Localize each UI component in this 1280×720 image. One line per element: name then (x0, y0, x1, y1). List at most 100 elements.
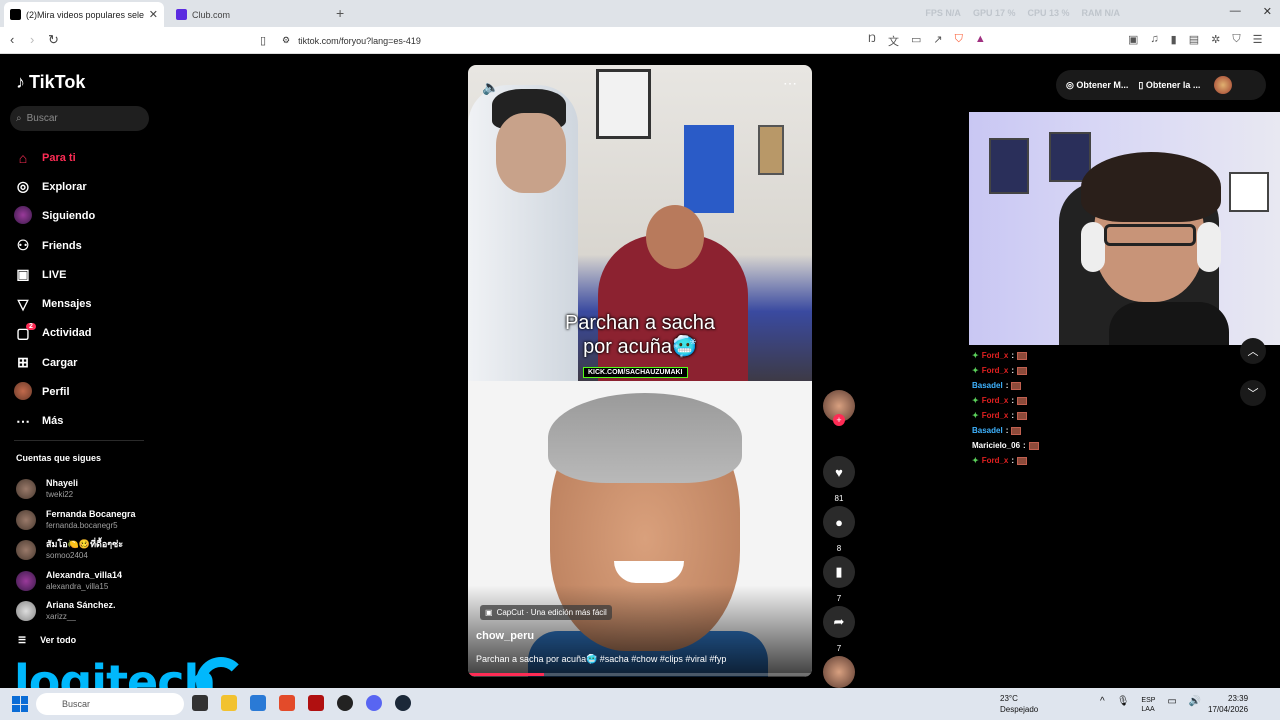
profile-avatar[interactable] (1214, 76, 1233, 94)
brave-shield-icon[interactable]: ⛉ (955, 33, 963, 49)
rewards-icon[interactable]: ▲ (975, 33, 986, 49)
see-all-link[interactable]: ☰ Ver todo (18, 635, 76, 646)
bookmark-icon[interactable]: ▮ (823, 556, 855, 588)
share-arrow-icon[interactable]: ➦ (823, 606, 855, 638)
browser-tabbar: (2)Mira videos populares sele ✕ Club.com… (0, 0, 1280, 27)
following-item[interactable]: Ariana Sánchez. xarizz__ (16, 596, 136, 627)
chat-separator: : (1011, 411, 1015, 420)
following-item[interactable]: Alexandra_villa14 alexandra_villa15 (16, 566, 136, 597)
share-icon[interactable]: ↗ (933, 33, 942, 49)
following-item[interactable]: สัมโอ🍋🥴ที่ดื้อๆซ่ะ somoo2404 (16, 535, 136, 566)
capcut-badge[interactable]: ▣ CapCut · Una edición más fácil (480, 605, 612, 620)
creator-avatar[interactable]: + (822, 390, 856, 456)
nav-mensajes[interactable]: ▽ Mensajes (14, 289, 95, 318)
plus-icon: ⊞ (17, 354, 29, 371)
start-button[interactable] (12, 696, 28, 712)
toolbar-actions: ▣ ♫ ▮ ▤ ✲ ⛉ ☰ (1128, 33, 1262, 46)
nav-label: Mensajes (42, 298, 92, 311)
language-indicator[interactable]: ESP LAA (1141, 696, 1155, 714)
get-app-button[interactable]: ▯ Obtener la ... (1138, 80, 1200, 91)
weather-widget[interactable]: 23°C Despejado (1000, 693, 1038, 715)
chat-separator: : (1011, 351, 1015, 360)
minimize-icon[interactable]: — (1230, 5, 1241, 18)
sidebar-icon[interactable]: ▣ (1128, 33, 1138, 46)
nav-cargar[interactable]: ⊞ Cargar (14, 348, 95, 377)
chat-separator: : (1005, 381, 1009, 390)
chat-username: Ford_x (981, 396, 1009, 405)
share-action[interactable]: ➦ 7 (822, 606, 856, 656)
comment-action[interactable]: ● 8 (822, 506, 856, 556)
reader-icon[interactable]: ▮ (1171, 33, 1177, 46)
extensions-icon[interactable]: ✲ (1211, 33, 1220, 46)
vpn-icon[interactable]: ⛉ (1232, 33, 1240, 46)
cast-icon[interactable]: ▭ (911, 33, 921, 49)
file-explorer-icon[interactable] (221, 695, 237, 711)
site-info-icon[interactable]: ⚙ (282, 35, 290, 46)
tab-club[interactable]: Club.com (170, 2, 330, 27)
menu-icon[interactable]: ☰ (1253, 33, 1263, 46)
chat-username: Ford_x (981, 456, 1009, 465)
more-options-icon[interactable]: ⋯ (783, 75, 798, 92)
next-video-button[interactable]: ﹀ (1240, 380, 1266, 406)
button-label: Obtener la ... (1145, 79, 1201, 90)
account-name: Alexandra_villa14 (46, 569, 123, 580)
tab-tiktok[interactable]: (2)Mira videos populares sele ✕ (4, 2, 164, 27)
mic-icon[interactable]: 🎙 (1117, 696, 1130, 714)
forward-icon[interactable]: › (30, 32, 34, 47)
nav-friends[interactable]: ⚇ Friends (14, 231, 95, 260)
comment-icon[interactable]: ● (823, 506, 855, 538)
nav-explorar[interactable]: ◎ Explorar (14, 172, 95, 201)
new-tab-icon[interactable]: + (336, 5, 344, 21)
taskview-icon[interactable] (192, 695, 208, 711)
save-action[interactable]: ▮ 7 (822, 556, 856, 606)
bookmark-icon[interactable]: ▯ (260, 34, 266, 47)
nav-para-ti[interactable]: ⌂ Para ti (14, 143, 95, 172)
video-author[interactable]: chow_peru (476, 630, 534, 642)
tiktok-logo[interactable]: ♪ TikTok (16, 72, 85, 93)
store-icon[interactable] (250, 695, 266, 711)
video-caption: Parchan a sacha por acuña🥶 (468, 311, 812, 359)
sound-avatar[interactable] (822, 656, 856, 688)
like-action[interactable]: ♥ 81 (822, 456, 856, 506)
wallet-icon[interactable]: ▤ (1189, 33, 1199, 46)
system-clock[interactable]: 23:39 17/04/2026 (1208, 693, 1248, 715)
previous-video-button[interactable]: ︿ (1240, 338, 1266, 364)
obs-icon[interactable] (337, 695, 353, 711)
kick-watermark: KICK.COM/SACHAUZUMAKI (583, 367, 688, 378)
search-input[interactable]: ⌕ Buscar (10, 106, 149, 131)
taskbar-apps (192, 695, 411, 711)
nav-live[interactable]: ▣ LIVE (14, 260, 95, 289)
search-label: Buscar (62, 699, 91, 709)
video-editor-icon[interactable] (308, 695, 324, 711)
follow-plus-icon[interactable]: + (833, 414, 845, 426)
address-actions: Ŋ 文 ▭ ↗ ⛉ ▲ (868, 33, 986, 49)
wall-frame (758, 125, 784, 175)
heart-icon[interactable]: ♥ (823, 456, 855, 488)
volume-icon[interactable]: 🔈 (482, 79, 499, 96)
volume-icon[interactable]: 🔊 (1189, 696, 1201, 714)
reload-icon[interactable]: ↻ (48, 32, 59, 48)
list-icon: ☰ (18, 635, 27, 645)
video-progress-bar[interactable] (468, 673, 812, 676)
close-tab-icon[interactable]: ✕ (149, 8, 158, 21)
back-icon[interactable]: ‹ (10, 32, 14, 47)
chevron-up-icon[interactable]: ^ (1100, 696, 1105, 714)
network-icon[interactable]: ▭ (1167, 696, 1176, 714)
video-player[interactable]: Parchan a sacha por acuña🥶 KICK.COM/SACH… (468, 65, 812, 677)
no-read-icon[interactable]: Ŋ (868, 33, 876, 49)
translate-icon[interactable]: 文 (888, 33, 899, 49)
following-item[interactable]: Fernanda Bocanegra fernanda.bocanegr5 (16, 505, 136, 536)
following-item[interactable]: Nhayeli tweki22 (16, 474, 136, 505)
nav-perfil[interactable]: Perfil (14, 377, 95, 406)
media-icon[interactable]: ♫ (1150, 33, 1158, 46)
steam-icon[interactable] (395, 695, 411, 711)
get-coins-button[interactable]: ◎ Obtener M... (1066, 80, 1128, 91)
brave-icon[interactable] (279, 695, 295, 711)
close-window-icon[interactable]: ✕ (1263, 5, 1272, 18)
nav-actividad[interactable]: ▢ 2 Actividad (14, 319, 95, 348)
discord-icon[interactable] (366, 695, 382, 711)
taskbar-search[interactable]: Buscar (36, 693, 184, 715)
nav-mas[interactable]: ⋯ Más (14, 407, 95, 436)
nav-siguiendo[interactable]: Siguiendo (14, 202, 95, 231)
nav-label: Para ti (42, 151, 76, 164)
